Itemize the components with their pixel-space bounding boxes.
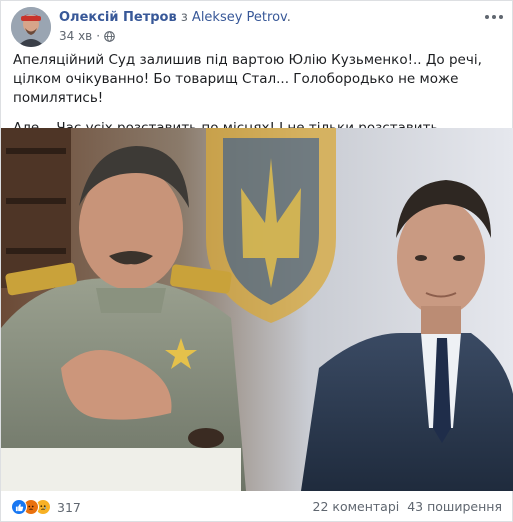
shared-from-suffix: .	[286, 10, 291, 25]
post-paragraph-1: Апеляційний Суд залишив під вартою Юлію …	[13, 52, 482, 106]
post-header: Олексій Петров з Aleksey Petrov. 34 хв ·	[11, 7, 506, 47]
author-line: Олексій Петров з Aleksey Petrov.	[59, 10, 291, 25]
post-timestamp-line: 34 хв ·	[59, 29, 115, 43]
author-name[interactable]: Олексій Петров	[59, 10, 177, 25]
shares-count-link[interactable]: 43 поширення	[407, 499, 502, 514]
like-reaction-icon	[11, 499, 27, 515]
shared-from-name[interactable]: Aleksey Petrov	[192, 10, 287, 25]
reaction-count: 317	[57, 499, 81, 515]
post-footer: 317 22 коментарі 43 поширення	[11, 497, 506, 519]
globe-icon	[104, 30, 115, 42]
shared-from-prefix: з	[180, 10, 188, 25]
facebook-post: Олексій Петров з Aleksey Petrov. 34 хв ·…	[0, 0, 513, 522]
reactions-summary[interactable]: 317	[11, 499, 81, 515]
engagement-counts: 22 коментарі 43 поширення	[313, 499, 502, 514]
post-time[interactable]: 34 хв	[59, 29, 92, 43]
dot-separator: ·	[96, 29, 101, 43]
avatar[interactable]	[11, 7, 51, 47]
comments-count-link[interactable]: 22 коментарі	[313, 499, 400, 514]
more-options-icon[interactable]	[482, 7, 506, 27]
post-photo[interactable]	[1, 128, 513, 491]
